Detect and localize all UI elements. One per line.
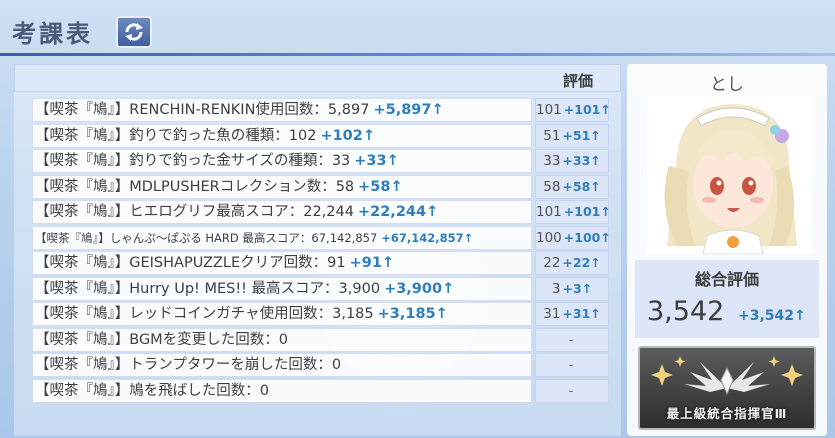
stat-score-delta: +22↑ — [562, 255, 601, 270]
stat-score: 100 — [536, 229, 562, 246]
stat-label-cell: 【喫茶『鳩』】レッドコインガチャ使用回数：3,185 +3,185↑ — [32, 302, 532, 326]
stat-delta: +91↑ — [349, 255, 395, 271]
total-score-value: 3,542 — [647, 296, 725, 327]
stat-label: 【喫茶『鳩』】釣りで釣った魚の種類：102 — [35, 127, 317, 144]
stat-row: 【喫茶『鳩』】レッドコインガチャ使用回数：3,185 +3,185↑ 31 +31↑ — [32, 302, 609, 328]
stat-score-delta: +101↑ — [563, 102, 611, 117]
stat-label: 【喫茶『鳩』】しゃんぷ～ぱぷる HARD 最高スコア：67,142,857 — [35, 230, 378, 245]
stat-score-delta: +58↑ — [562, 178, 601, 194]
stat-label-cell: 【喫茶『鳩』】ヒエログリフ最高スコア：22,244 +22,244↑ — [32, 200, 532, 224]
stat-label: 【喫茶『鳩』】釣りで釣った金サイズの種類：33 — [35, 153, 351, 169]
stat-score-cell: 100 +100↑ — [535, 225, 611, 250]
stat-score-delta: +33↑ — [562, 153, 601, 168]
stat-score-cell: 51 +51↑ — [535, 123, 609, 148]
stat-delta: +67,142,857↑ — [381, 230, 474, 245]
rank-emblem-icon — [651, 356, 803, 396]
stat-label-cell: 【喫茶『鳩』】RENCHIN-RENKIN使用回数：5,897 +5,897↑ — [32, 98, 532, 122]
stat-score: 3 — [551, 280, 561, 297]
page-title: 考課表 — [12, 20, 93, 48]
stat-label: 【喫茶『鳩』】Hurry Up! MES!! 最高スコア：3,900 — [35, 280, 381, 297]
stat-label-cell: 【喫茶『鳩』】GEISHAPUZZLEクリア回数：91 +91↑ — [32, 251, 532, 275]
page-header: 考課表 — [0, 0, 835, 56]
stat-score-cell: - — [535, 327, 609, 352]
header-divider — [0, 53, 835, 56]
stats-rows: 【喫茶『鳩』】RENCHIN-RENKIN使用回数：5,897 +5,897↑ 10… — [32, 98, 611, 405]
stat-label-cell: 【喫茶『鳩』】釣りで釣った金サイズの種類：33 +33↑ — [32, 149, 532, 173]
stat-label: 【喫茶『鳩』】BGMを変更した回数：0 — [35, 331, 288, 348]
stat-score: 33 — [543, 153, 561, 169]
stat-label: 【喫茶『鳩』】鳩を飛ばした回数：0 — [35, 382, 269, 399]
total-score-label: 総合評価 — [694, 270, 759, 289]
stat-row: 【喫茶『鳩』】Hurry Up! MES!! 最高スコア：3,900 +3,900… — [32, 276, 609, 303]
refresh-button[interactable] — [116, 16, 152, 48]
stat-score-delta: +31↑ — [562, 306, 601, 321]
stat-label: 【喫茶『鳩』】レッドコインガチャ使用回数：3,185 — [35, 306, 374, 322]
stat-label-cell: 【喫茶『鳩』】BGMを変更した回数：0 — [32, 327, 532, 352]
profile-panel: とし 総合評価 3,542 +3,542↑ 最上級統合指揮官Ⅲ — [627, 64, 827, 436]
stat-label: 【喫茶『鳩』】GEISHAPUZZLEクリア回数：91 — [35, 255, 346, 271]
rank-title: 最上級統合指揮官Ⅲ — [666, 406, 788, 421]
stat-score-cell: 33 +33↑ — [535, 149, 609, 173]
total-score-delta: +3,542↑ — [738, 308, 806, 324]
stat-label: 【喫茶『鳩』】トランプタワーを崩した回数：0 — [35, 357, 342, 373]
stat-label: 【喫茶『鳩』】RENCHIN-RENKIN使用回数：5,897 — [35, 102, 370, 118]
total-score-box: 総合評価 3,542 +3,542↑ — [635, 260, 819, 338]
stat-delta: +33↑ — [354, 153, 399, 169]
stat-row: 【喫茶『鳩』】トランプタワーを崩した回数：0 - — [32, 353, 609, 379]
refresh-icon — [125, 23, 143, 41]
stat-score: 101 — [536, 102, 562, 118]
rank-badge[interactable]: 最上級統合指揮官Ⅲ — [638, 346, 816, 430]
stat-row: 【喫茶『鳩』】しゃんぷ～ぱぷる HARD 最高スコア：67,142,857 +67… — [32, 225, 611, 252]
stat-score-delta: +101↑ — [563, 204, 611, 219]
stat-score-cell: - — [535, 378, 609, 403]
stat-row: 【喫茶『鳩』】GEISHAPUZZLEクリア回数：91 +91↑ 22 +22↑ — [32, 251, 609, 277]
stats-table-header: 評価 — [14, 64, 621, 92]
stat-score-cell: 58 +58↑ — [535, 174, 609, 199]
stat-score-cell: 101 +101↑ — [535, 98, 611, 122]
stat-label: 【喫茶『鳩』】ヒエログリフ最高スコア：22,244 — [35, 204, 354, 220]
stat-label-cell: 【喫茶『鳩』】しゃんぷ～ぱぷる HARD 最高スコア：67,142,857 +67… — [32, 225, 532, 250]
stat-score-delta: +51↑ — [562, 127, 601, 143]
stat-delta: +22,244↑ — [357, 204, 439, 220]
stat-delta: +58↑ — [358, 178, 403, 195]
stats-panel: 評価 【喫茶『鳩』】RENCHIN-RENKIN使用回数：5,897 +5,897… — [14, 64, 621, 436]
user-name: とし — [710, 75, 744, 95]
stat-row: 【喫茶『鳩』】MDLPUSHERコレクション数：58 +58↑ 58 +58↑ — [32, 174, 609, 201]
stat-score-cell: - — [535, 353, 609, 377]
stat-score-cell: 101 +101↑ — [535, 200, 611, 224]
stat-score-cell: 31 +31↑ — [535, 302, 609, 326]
stat-score: - — [568, 382, 574, 399]
character-avatar[interactable] — [647, 96, 812, 254]
stat-label-cell: 【喫茶『鳩』】釣りで釣った魚の種類：102 +102↑ — [32, 123, 532, 148]
stat-label-cell: 【喫茶『鳩』】トランプタワーを崩した回数：0 — [32, 353, 532, 377]
stat-label-cell: 【喫茶『鳩』】MDLPUSHERコレクション数：58 +58↑ — [32, 174, 532, 199]
stat-score: 101 — [536, 204, 562, 220]
stat-delta: +3,185↑ — [377, 306, 448, 322]
score-column-header: 評価 — [563, 72, 594, 90]
stat-label: 【喫茶『鳩』】MDLPUSHERコレクション数：58 — [35, 178, 355, 195]
stat-row: 【喫茶『鳩』】釣りで釣った魚の種類：102 +102↑ 51 +51↑ — [32, 123, 609, 150]
stat-score: - — [568, 331, 574, 348]
stat-score-cell: 22 +22↑ — [535, 251, 609, 275]
stat-score: 31 — [543, 306, 561, 322]
stat-row: 【喫茶『鳩』】ヒエログリフ最高スコア：22,244 +22,244↑ 101 +101… — [32, 200, 611, 226]
stat-delta: +3,900↑ — [384, 280, 455, 297]
stat-score-cell: 3 +3↑ — [535, 276, 609, 301]
stat-row: 【喫茶『鳩』】鳩を飛ばした回数：0 - — [32, 378, 609, 405]
stat-row: 【喫茶『鳩』】釣りで釣った金サイズの種類：33 +33↑ 33 +33↑ — [32, 149, 609, 175]
stat-label-cell: 【喫茶『鳩』】Hurry Up! MES!! 最高スコア：3,900 +3,900… — [32, 276, 532, 301]
stat-label-cell: 【喫茶『鳩』】鳩を飛ばした回数：0 — [32, 378, 532, 403]
stat-score: 58 — [543, 178, 561, 195]
stat-row: 【喫茶『鳩』】RENCHIN-RENKIN使用回数：5,897 +5,897↑ 10… — [32, 98, 611, 124]
stat-score-delta: +100↑ — [563, 229, 611, 245]
stat-score: - — [568, 357, 574, 373]
stat-row: 【喫茶『鳩』】BGMを変更した回数：0 - — [32, 327, 609, 354]
stat-score: 22 — [543, 255, 561, 271]
stat-score-delta: +3↑ — [562, 280, 593, 296]
stat-delta: +102↑ — [320, 127, 376, 144]
stat-delta: +5,897↑ — [373, 102, 444, 118]
stat-score: 51 — [543, 127, 561, 144]
